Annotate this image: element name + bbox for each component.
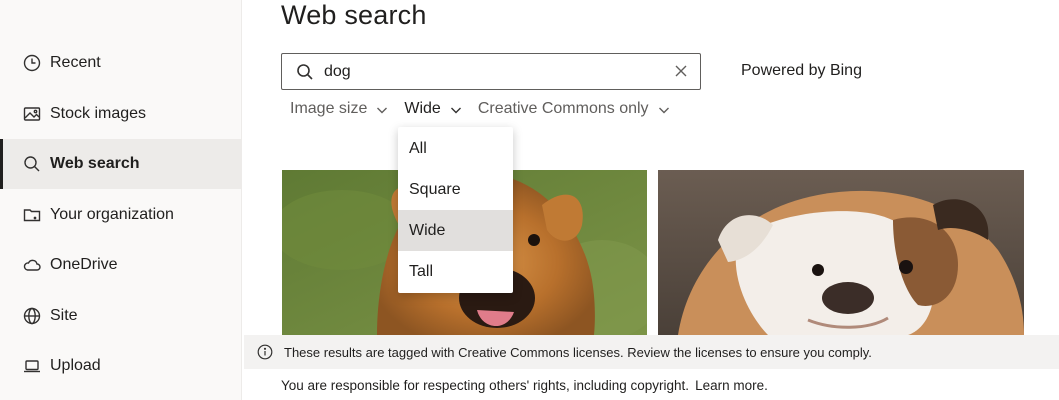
globe-icon: [22, 306, 42, 326]
info-message-bar: These results are tagged with Creative C…: [244, 335, 1059, 369]
info-icon: [257, 344, 273, 360]
sidebar-item-label: Stock images: [50, 105, 147, 122]
clock-icon: [22, 53, 42, 73]
page-title: Web search: [281, 0, 427, 30]
filter-label: Image size: [290, 100, 368, 117]
chevron-down-icon: [450, 103, 462, 115]
dog-photo-bulldog: [658, 170, 1024, 335]
powered-by-label: Powered by Bing: [741, 62, 862, 79]
sidebar-item-your-organization[interactable]: Your organization: [0, 190, 241, 240]
filter-label: Creative Commons only: [477, 100, 649, 117]
filter-label: Wide: [404, 100, 441, 117]
sidebar-item-web-search[interactable]: Web search: [0, 139, 241, 189]
sidebar-item-label: Web search: [50, 155, 140, 172]
sidebar-item-site[interactable]: Site: [0, 291, 241, 341]
search-input[interactable]: [324, 62, 654, 81]
sidebar-item-onedrive[interactable]: OneDrive: [0, 240, 241, 290]
sidebar-item-label: Upload: [50, 357, 101, 374]
dropdown-option-wide[interactable]: Wide: [398, 210, 513, 251]
dropdown-option-square[interactable]: Square: [398, 169, 513, 210]
image-result[interactable]: [658, 170, 1024, 335]
info-message-text: These results are tagged with Creative C…: [284, 344, 872, 360]
image-size-filter[interactable]: Image size: [290, 100, 388, 118]
image-icon: [22, 104, 42, 124]
filter-bar: Image size Wide Creative Commons only: [290, 98, 686, 120]
sidebar: Recent Stock images Web search Your orga…: [0, 0, 242, 400]
chevron-down-icon: [376, 103, 388, 115]
search-icon: [22, 154, 42, 174]
folder-icon: [22, 205, 42, 225]
close-icon[interactable]: [674, 64, 688, 78]
sidebar-item-label: Your organization: [50, 206, 174, 223]
dropdown-option-all[interactable]: All: [398, 128, 513, 169]
dropdown-option-tall[interactable]: Tall: [398, 251, 513, 292]
layout-filter[interactable]: Wide: [404, 100, 461, 118]
copyright-note-text: You are responsible for respecting other…: [281, 378, 690, 393]
sidebar-item-upload[interactable]: Upload: [0, 341, 241, 391]
search-icon: [296, 63, 314, 81]
copyright-note: You are responsible for respecting other…: [281, 378, 768, 393]
sidebar-item-label: OneDrive: [50, 256, 118, 273]
learn-more-link[interactable]: Learn more.: [695, 378, 768, 393]
sidebar-item-recent[interactable]: Recent: [0, 38, 241, 88]
search-box[interactable]: [281, 53, 701, 90]
layout-dropdown-menu: All Square Wide Tall: [398, 127, 513, 293]
cloud-icon: [22, 255, 42, 275]
sidebar-item-stock-images[interactable]: Stock images: [0, 89, 241, 139]
sidebar-item-label: Recent: [50, 54, 101, 71]
laptop-icon: [22, 356, 42, 376]
sidebar-item-label: Site: [50, 307, 78, 324]
chevron-down-icon: [658, 103, 670, 115]
license-filter[interactable]: Creative Commons only: [478, 100, 670, 118]
